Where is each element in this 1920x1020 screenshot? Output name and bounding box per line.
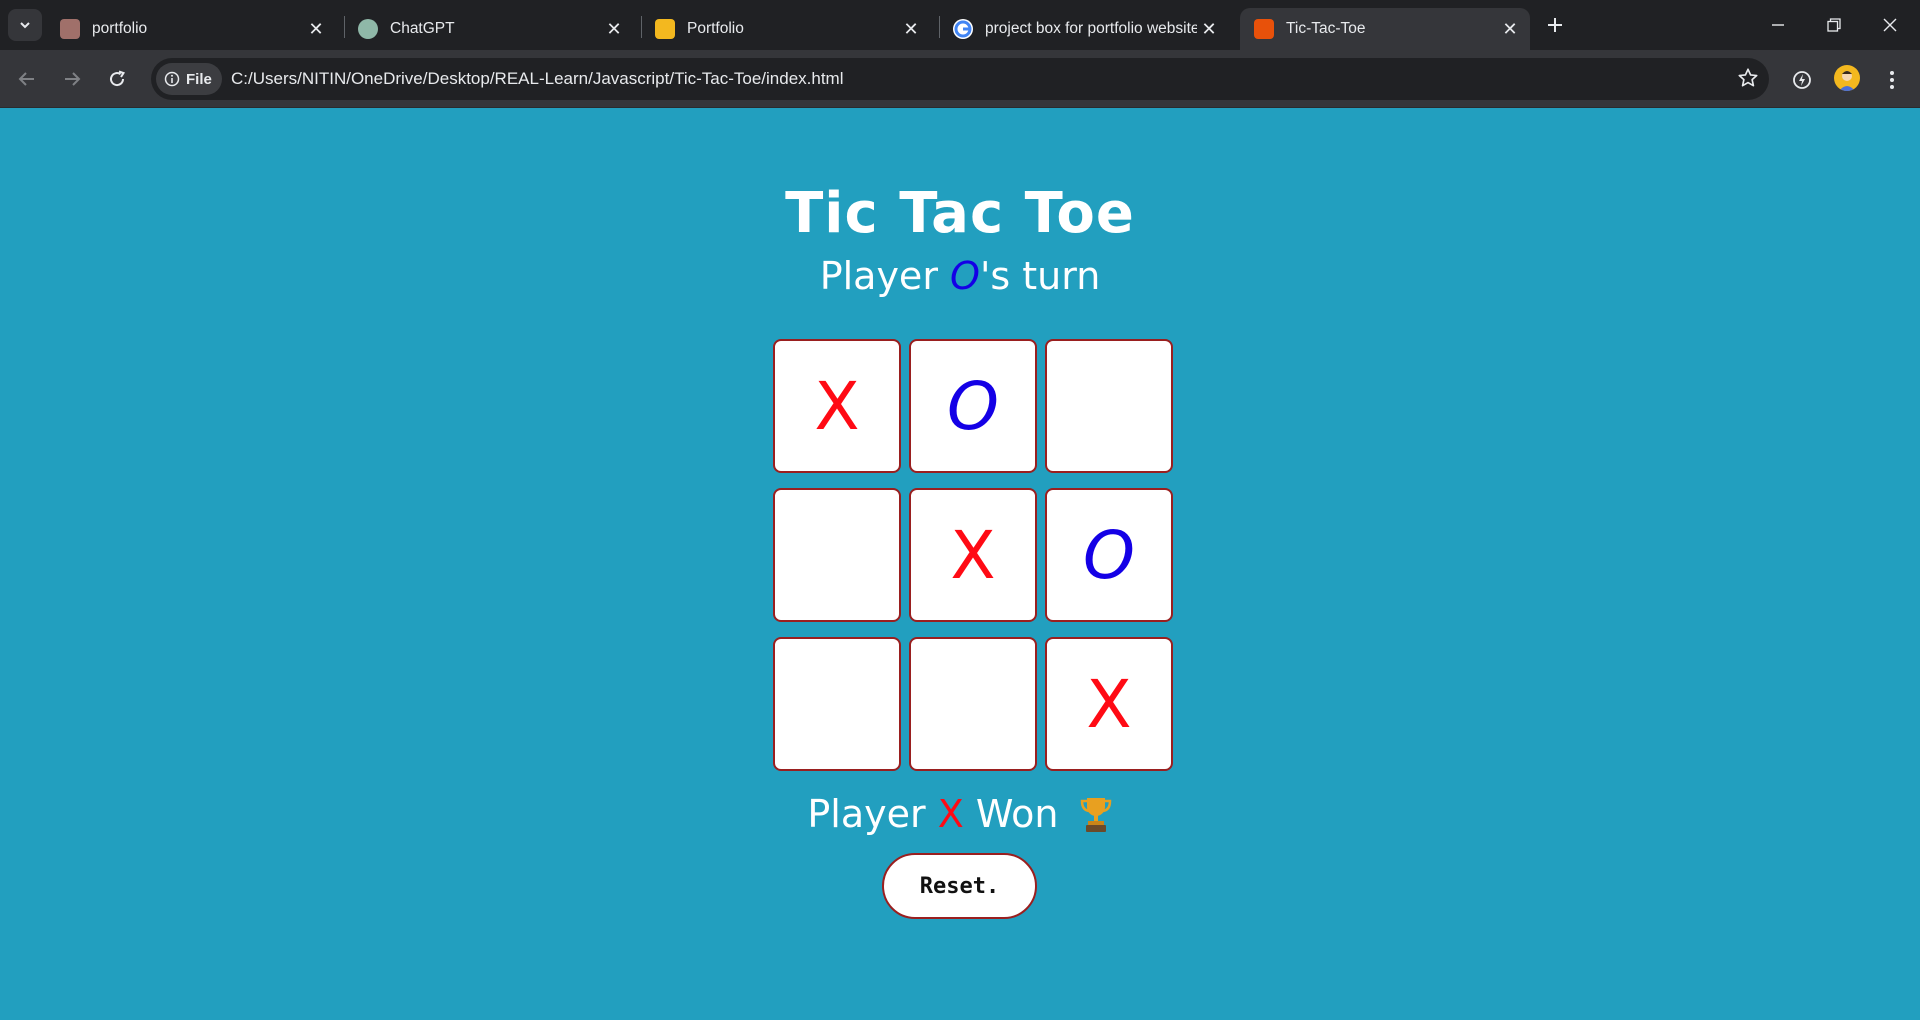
reload-icon [110, 70, 126, 87]
tab-portfolio[interactable]: portfolio ✕ [46, 8, 336, 50]
menu-button[interactable] [1876, 64, 1908, 96]
winner-player: X [937, 792, 964, 836]
portfolio-avatar-favicon-icon [655, 19, 675, 39]
turn-suffix: 's turn [979, 254, 1101, 298]
site-info-chip[interactable]: File [156, 63, 222, 95]
close-icon [1883, 18, 1897, 32]
portfolio-favicon-icon [60, 19, 80, 39]
tab-title: Tic-Tac-Toe [1286, 20, 1366, 37]
star-icon [1738, 68, 1758, 87]
close-icon[interactable]: ✕ [304, 17, 328, 41]
board-cell-8[interactable] [909, 637, 1037, 771]
board-cell-5[interactable]: X [909, 488, 1037, 622]
performance-icon [1793, 71, 1811, 89]
close-icon[interactable]: ✕ [602, 17, 626, 41]
tab-search-button[interactable] [8, 9, 42, 41]
tab-title: portfolio [92, 20, 148, 37]
board-cell-9[interactable]: X [1045, 637, 1173, 771]
close-icon[interactable]: ✕ [1197, 17, 1221, 41]
tab-strip: portfolio ✕ ChatGPT ✕ Portfolio ✕ projec… [0, 0, 1920, 50]
avatar-icon [1839, 71, 1855, 91]
google-favicon-icon [953, 19, 973, 39]
reset-button[interactable]: Reset. [882, 853, 1037, 919]
tab-google-search[interactable]: project box for portfolio website ✕ [939, 8, 1229, 50]
arrow-right-icon [65, 72, 81, 86]
back-button[interactable] [10, 62, 44, 96]
kebab-menu-icon [1890, 71, 1894, 89]
extensions-button[interactable] [1786, 64, 1818, 96]
reload-button[interactable] [100, 62, 134, 96]
bookmark-star-button[interactable] [1737, 67, 1759, 94]
page-title: Tic Tac Toe [785, 181, 1135, 246]
info-icon [164, 71, 180, 87]
board-cell-2[interactable]: O [909, 339, 1037, 473]
chip-label: File [186, 70, 212, 88]
tab-title: Portfolio [687, 20, 744, 37]
address-bar[interactable]: File C:/Users/NITIN/OneDrive/Desktop/REA… [151, 58, 1769, 100]
page-content: Tic Tac Toe Player O's turn X O X O X Pl… [0, 108, 1920, 1020]
trophy-icon [1079, 795, 1113, 842]
turn-player: O [950, 254, 980, 298]
winner-message: Player X Won [0, 792, 1920, 842]
turn-indicator: Player O's turn [0, 254, 1920, 298]
new-tab-button[interactable] [1542, 12, 1568, 38]
profile-avatar[interactable] [1834, 65, 1860, 91]
close-icon[interactable]: ✕ [1498, 17, 1522, 41]
tab-tic-tac-toe[interactable]: Tic-Tac-Toe ✕ [1240, 8, 1530, 50]
minimize-icon [1772, 24, 1784, 26]
forward-button[interactable] [55, 62, 89, 96]
chevron-down-icon [20, 22, 30, 29]
close-icon[interactable]: ✕ [899, 17, 923, 41]
tab-portfolio-2[interactable]: Portfolio ✕ [641, 8, 931, 50]
url-text[interactable]: C:/Users/NITIN/OneDrive/Desktop/REAL-Lea… [231, 69, 844, 89]
tab-chatgpt[interactable]: ChatGPT ✕ [344, 8, 634, 50]
board-cell-3[interactable] [1045, 339, 1173, 473]
tab-title: project box for portfolio website [985, 20, 1197, 37]
tab-title: ChatGPT [390, 20, 455, 37]
tic-tac-toe-favicon-icon [1254, 19, 1274, 39]
board-cell-6[interactable]: O [1045, 488, 1173, 622]
board-cell-7[interactable] [773, 637, 901, 771]
restore-icon [1827, 18, 1841, 32]
chatgpt-favicon-icon [358, 19, 378, 39]
close-window-button[interactable] [1862, 0, 1918, 50]
browser-toolbar: File C:/Users/NITIN/OneDrive/Desktop/REA… [0, 50, 1920, 108]
arrow-left-icon [18, 72, 34, 86]
board-cell-4[interactable] [773, 488, 901, 622]
plus-icon [1548, 18, 1562, 32]
winner-suffix: Won [963, 792, 1059, 836]
turn-prefix: Player [819, 254, 951, 298]
winner-prefix: Player [807, 792, 938, 836]
restore-button[interactable] [1806, 0, 1862, 50]
board-cell-1[interactable]: X [773, 339, 901, 473]
minimize-button[interactable] [1750, 0, 1806, 50]
